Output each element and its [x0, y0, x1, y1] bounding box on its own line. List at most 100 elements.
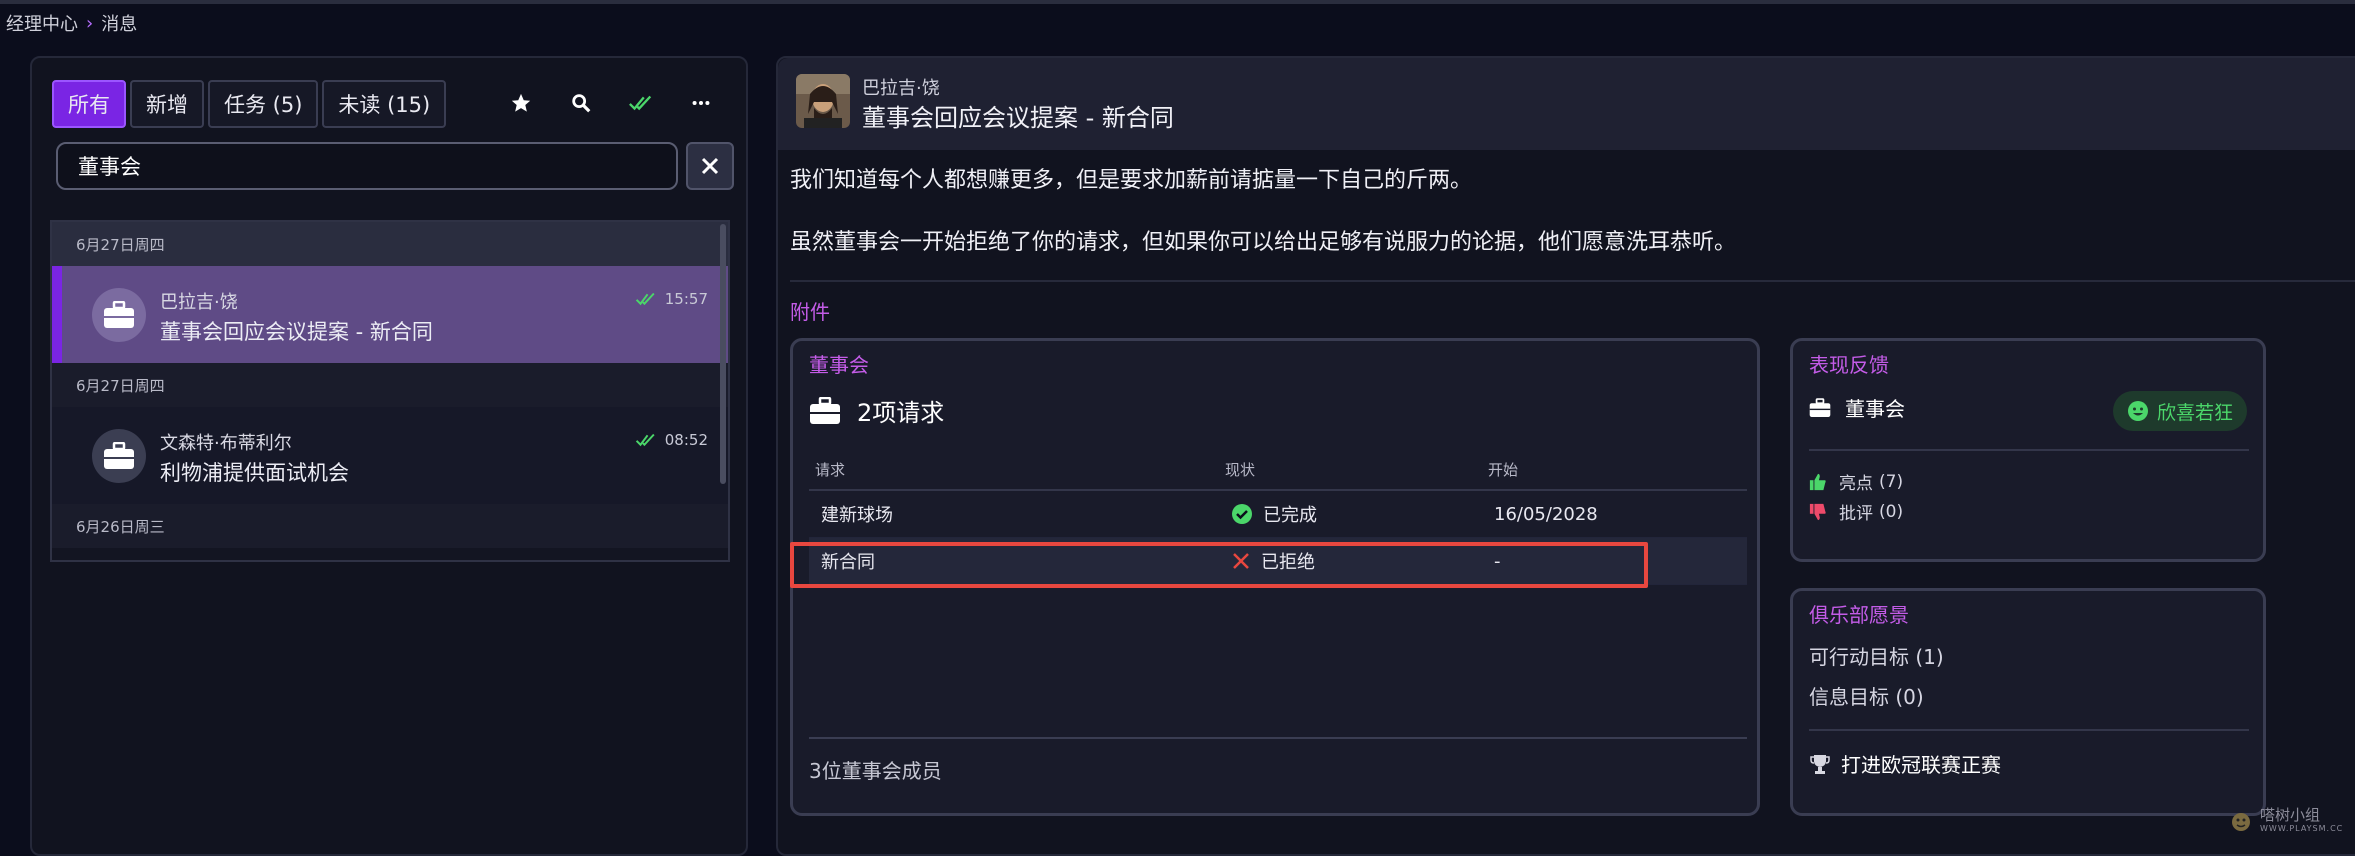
- message-subject: 董事会回应会议提案 - 新合同: [160, 320, 433, 344]
- thumbs-up-icon: [1809, 473, 1826, 490]
- breadcrumb-current: 消息: [101, 14, 138, 35]
- list-scrollbar[interactable]: [720, 224, 726, 484]
- actionable-goals[interactable]: 可行动目标 (1): [1809, 641, 1944, 670]
- cross-icon: [1233, 553, 1249, 569]
- more-icon[interactable]: [686, 88, 716, 118]
- date-header: 6月27日周四: [52, 363, 728, 407]
- board-members-count[interactable]: 3位董事会成员: [809, 755, 942, 784]
- message-time: 15:57: [664, 290, 708, 308]
- card-title: 俱乐部愿景: [1809, 603, 1909, 627]
- requests-table: 请求 现状 开始 建新球场 已完成 16/05/2028 新合同 已拒绝 -: [809, 449, 1747, 585]
- watermark-url: WWW.PLAYSM.CC: [2260, 824, 2344, 833]
- briefcase-icon: [104, 442, 134, 469]
- watermark-title: 嗒树小组: [2260, 806, 2321, 824]
- list-item[interactable]: 文森特·布蒂利尔 利物浦提供面试机会 08:52: [52, 407, 728, 504]
- date-header: 6月26日周三: [52, 504, 728, 548]
- criticisms-row[interactable]: 批评 (0): [1809, 499, 1903, 524]
- card-title: 表现反馈: [1809, 353, 1889, 377]
- avatar: [92, 288, 146, 342]
- filter-tabs: 所有 新增 任务 (5) 未读 (15): [52, 80, 447, 128]
- divider: [1809, 449, 2249, 451]
- breadcrumb-separator: ›: [86, 12, 94, 34]
- highlights-row[interactable]: 亮点 (7): [1809, 469, 1903, 494]
- mood-badge: 欣喜若狂: [2112, 391, 2247, 431]
- double-check-icon: [635, 433, 655, 447]
- message-header: 巴拉吉·饶 董事会回应会议提案 - 新合同: [778, 58, 2355, 150]
- table-row[interactable]: 新合同 已拒绝 -: [809, 538, 1747, 585]
- requests-count: 2项请求: [857, 399, 945, 427]
- criticisms-count: (0): [1879, 501, 1904, 522]
- divider: [790, 280, 2355, 282]
- criticisms-label: 批评: [1839, 504, 1873, 524]
- happy-face-icon: [2127, 401, 2148, 421]
- check-circle-icon: [1232, 504, 1252, 524]
- top-border: [0, 0, 2355, 4]
- entity-name: 董事会: [1845, 397, 1905, 421]
- goal-text: 打进欧冠联赛正赛: [1841, 753, 2001, 777]
- sender-avatar: [796, 74, 850, 128]
- actionable-label: 可行动目标: [1809, 645, 1909, 669]
- info-goals[interactable]: 信息目标 (0): [1809, 681, 1924, 710]
- requests-heading: 2项请求: [809, 393, 944, 428]
- briefcase-icon: [810, 396, 840, 424]
- info-label: 信息目标: [1809, 685, 1889, 709]
- watermark-logo-icon: [2232, 813, 2250, 831]
- tab-new[interactable]: 新增: [130, 80, 204, 128]
- tab-unread[interactable]: 未读 (15): [322, 80, 447, 128]
- column-header[interactable]: 现状: [1225, 459, 1488, 480]
- request-start: -: [1494, 550, 1501, 572]
- tab-all[interactable]: 所有: [52, 80, 126, 128]
- search-input[interactable]: [56, 142, 678, 190]
- tab-tasks[interactable]: 任务 (5): [208, 80, 319, 128]
- close-icon: [701, 157, 719, 175]
- detail-sender: 巴拉吉·饶: [862, 78, 940, 99]
- highlights-count: (7): [1879, 471, 1904, 492]
- list-toolbar: [506, 88, 716, 118]
- vision-goal: 打进欧冠联赛正赛: [1809, 749, 2001, 778]
- thumbs-down-icon: [1809, 503, 1826, 520]
- breadcrumb: 经理中心 › 消息: [6, 10, 137, 36]
- watermark-text: 嗒树小组 WWW.PLAYSM.CC: [2260, 808, 2343, 836]
- divider: [1809, 729, 2249, 731]
- body-paragraph: 虽然董事会一开始拒绝了你的请求，但如果你可以给出足够有说服力的论据，他们愿意洗耳…: [790, 230, 1737, 255]
- search-row: [56, 142, 734, 190]
- status-text: 已拒绝: [1261, 552, 1315, 573]
- message-detail-panel: 巴拉吉·饶 董事会回应会议提案 - 新合同 我们知道每个人都想赚更多，但是要求加…: [776, 56, 2355, 856]
- message-subject: 利物浦提供面试机会: [160, 461, 349, 485]
- mark-all-read-icon[interactable]: [626, 88, 656, 118]
- message-list: 6月27日周四 巴拉吉·饶 董事会回应会议提案 - 新合同 15:57 6月27…: [50, 220, 730, 562]
- breadcrumb-root[interactable]: 经理中心: [6, 10, 78, 36]
- board-requests-card[interactable]: 董事会 2项请求 请求 现状 开始 建新球场 已完成 16/05/2028 新合…: [790, 338, 1760, 816]
- star-icon[interactable]: [506, 88, 536, 118]
- watermark: 嗒树小组 WWW.PLAYSM.CC: [2230, 808, 2343, 836]
- attachments-label: 附件: [790, 300, 830, 324]
- info-count: (0): [1895, 685, 1924, 709]
- performance-feedback-card[interactable]: 表现反馈 董事会 欣喜若狂 亮点 (7) 批评 (0): [1790, 338, 2266, 562]
- trophy-icon: [1810, 754, 1830, 774]
- clear-search-button[interactable]: [686, 142, 734, 190]
- search-icon[interactable]: [566, 88, 596, 118]
- table-row[interactable]: 建新球场 已完成 16/05/2028: [809, 491, 1747, 538]
- request-name: 建新球场: [821, 505, 893, 526]
- detail-subject: 董事会回应会议提案 - 新合同: [862, 104, 1174, 132]
- body-paragraph: 我们知道每个人都想赚更多，但是要求加薪前请掂量一下自己的斤两。: [790, 168, 1473, 193]
- status-text: 已完成: [1263, 505, 1317, 526]
- double-check-icon: [635, 292, 655, 306]
- actionable-count: (1): [1915, 645, 1944, 669]
- feedback-entity: 董事会: [1809, 393, 1905, 422]
- column-header[interactable]: 请求: [815, 459, 1225, 480]
- table-header: 请求 现状 开始: [809, 449, 1747, 491]
- request-status: 已拒绝: [1231, 548, 1494, 574]
- briefcase-icon: [104, 301, 134, 328]
- message-time: 08:52: [664, 431, 708, 449]
- column-header[interactable]: 开始: [1488, 459, 1688, 480]
- club-vision-card[interactable]: 俱乐部愿景 可行动目标 (1) 信息目标 (0) 打进欧冠联赛正赛: [1790, 588, 2266, 816]
- message-list-panel: 所有 新增 任务 (5) 未读 (15) 6月27日周四 巴拉吉·饶: [30, 56, 748, 856]
- mood-text: 欣喜若狂: [2156, 401, 2233, 424]
- briefcase-icon: [1809, 397, 1831, 417]
- list-item[interactable]: 巴拉吉·饶 董事会回应会议提案 - 新合同 15:57: [52, 266, 728, 363]
- message-meta: 08:52: [635, 431, 708, 449]
- message-meta: 15:57: [635, 290, 708, 308]
- request-name: 新合同: [821, 552, 875, 573]
- date-header: 6月27日周四: [52, 222, 728, 266]
